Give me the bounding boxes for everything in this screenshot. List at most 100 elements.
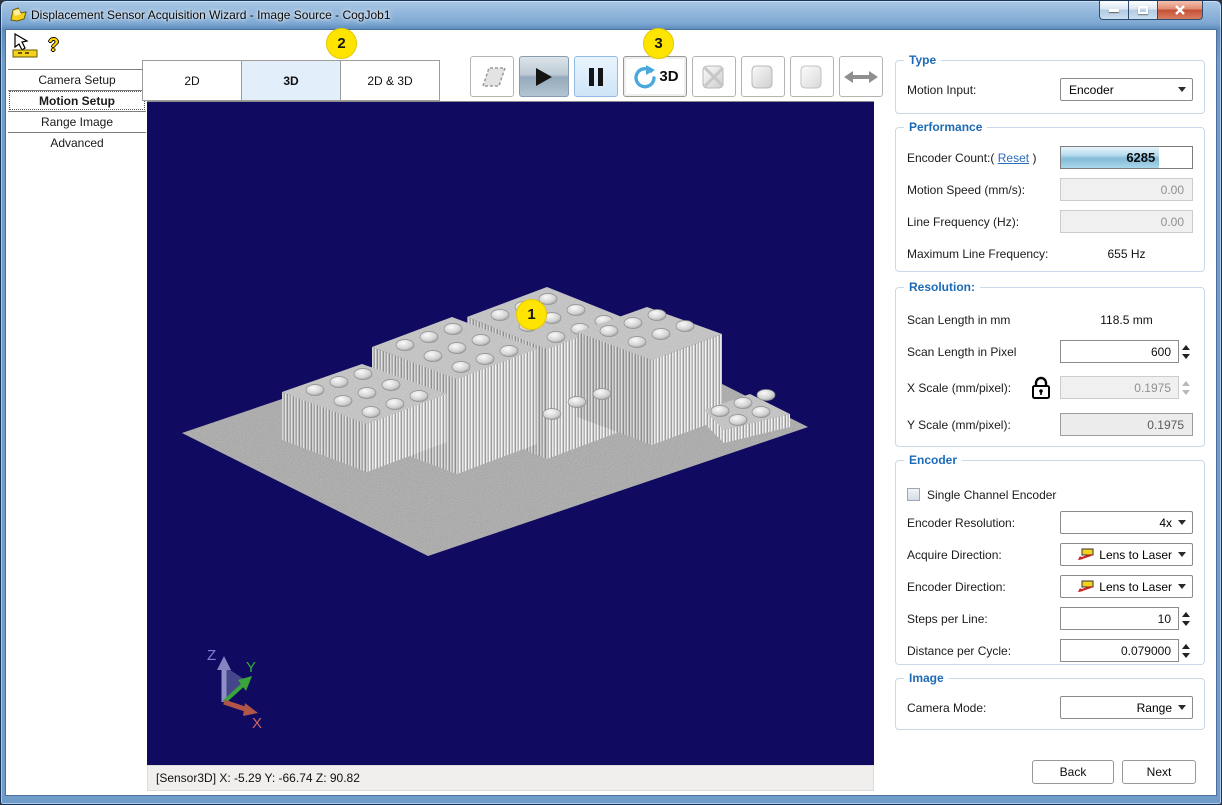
encoder-direction-select[interactable]: Lens to Laser [1060,575,1193,598]
motion-speed-label: Motion Speed (mm/s): [907,183,1060,197]
z-axis-icon [217,656,231,670]
tab-2d-and-3d[interactable]: 2D & 3D [340,60,440,101]
distance-per-cycle-stepper[interactable]: 0.079000 [1060,639,1193,662]
motion-input-label: Motion Input: [907,83,1060,97]
line-frequency-label: Line Frequency (Hz): [907,215,1060,229]
spin-down-icon[interactable] [1182,653,1190,658]
window-title: Displacement Sensor Acquisition Wizard -… [31,8,391,22]
spin-up-icon[interactable] [1182,644,1190,649]
pointer-measure-icon[interactable] [12,33,40,59]
viewport-status-bar: [Sensor3D] X: -5.29 Y: -66.74 Z: 90.82 [147,765,874,791]
page-x-icon [700,64,728,90]
spin-down-icon[interactable] [1182,621,1190,626]
close-icon [1174,5,1186,15]
scan-length-pixel-label: Scan Length in Pixel [907,345,1060,359]
single-channel-encoder-checkbox[interactable] [907,488,920,501]
pause-button[interactable] [574,56,618,97]
region-icon [475,64,509,90]
single-channel-encoder-label: Single Channel Encoder [927,488,1193,502]
encoder-count-value: 6285 [1126,150,1155,165]
spin-down-icon[interactable] [1182,354,1190,359]
max-line-frequency-label: Maximum Line Frequency: [907,247,1060,261]
sidebar-item-advanced[interactable]: Advanced [8,132,146,153]
spin-up-icon[interactable] [1182,612,1190,617]
surface-block [577,307,722,445]
motion-input-select[interactable]: Encoder [1060,78,1193,101]
page-icon [749,64,777,90]
chevron-down-icon [1178,520,1186,525]
help-icon[interactable]: ? [48,33,59,57]
camera-mode-select[interactable]: Range [1060,696,1193,719]
encoder-resolution-label: Encoder Resolution: [907,516,1060,530]
annotation-badge-2: 2 [326,28,357,59]
page-icon [798,64,826,90]
sidebar-nav: Camera Setup Motion Setup Range Image Ad… [8,69,146,153]
camera-mode-value: Range [1137,701,1172,715]
acquisition-toolbar: 3D [470,56,883,97]
minimize-button[interactable] [1099,1,1129,20]
encoder-count-fill: 6285 [1061,147,1159,168]
titlebar[interactable]: Displacement Sensor Acquisition Wizard -… [1,1,1221,29]
load-image-button [790,56,834,97]
spin-down-icon [1182,390,1190,395]
x-scale-stepper: 0.1975 [1060,376,1193,399]
encoder-count-label: Encoder Count:( Reset ) [907,151,1060,165]
rotate-3d-icon [631,64,657,90]
tab-3d[interactable]: 3D [241,60,341,101]
horizontal-arrows-icon [844,68,878,86]
minimize-icon [1109,9,1119,12]
lens-to-laser-icon [1078,548,1095,561]
axis-z-label: Z [207,647,216,664]
acquire-direction-select[interactable]: Lens to Laser [1060,543,1193,566]
play-icon [535,67,553,87]
lock-icon [1030,375,1052,401]
group-image-title: Image [904,671,949,685]
scan-length-mm-value: 118.5 mm [1060,313,1193,327]
group-type: Type Motion Input: Encoder [895,60,1205,114]
x-scale-label: X Scale (mm/pixel): [907,381,1030,395]
steps-per-line-stepper[interactable]: 10 [1060,607,1193,630]
run-button[interactable] [519,56,569,97]
maximize-button[interactable] [1129,1,1157,20]
sensor-3d-viewport[interactable]: Z Y X 1 [147,101,874,765]
spin-up-icon [1182,381,1190,386]
window-controls [1099,1,1203,20]
lens-to-laser-icon [1078,580,1095,593]
sidebar-item-camera-setup[interactable]: Camera Setup [8,69,146,90]
tab-2d[interactable]: 2D [142,60,242,101]
annotation-badge-1: 1 [516,299,547,330]
camera-mode-label: Camera Mode: [907,701,1060,715]
chevron-down-icon [1178,584,1186,589]
group-performance-title: Performance [904,120,987,134]
range-surface-3d-render: Z Y X [147,102,874,766]
save-image-button [741,56,785,97]
quickbar: ? [12,33,59,59]
back-button[interactable]: Back [1032,760,1114,784]
scan-length-pixel-stepper[interactable]: 600 [1060,340,1193,363]
line-frequency-field: 0.00 [1060,210,1193,233]
close-button[interactable] [1157,1,1203,20]
encoder-count-field[interactable]: 6285 [1060,146,1193,169]
region-select-button [470,56,514,97]
rotate-3d-button[interactable]: 3D [623,56,687,97]
reset-link[interactable]: Reset [998,151,1029,165]
next-button[interactable]: Next [1122,760,1196,784]
acquire-direction-label: Acquire Direction: [907,548,1060,562]
encoder-direction-label: Encoder Direction: [907,580,1060,594]
app-window: Displacement Sensor Acquisition Wizard -… [0,0,1222,805]
acquire-direction-value: Lens to Laser [1099,548,1172,562]
sidebar-item-range-image[interactable]: Range Image [8,111,146,132]
app-icon [10,7,28,26]
encoder-resolution-value: 4x [1159,516,1172,530]
group-type-title: Type [904,53,941,67]
spin-up-icon[interactable] [1182,345,1190,350]
encoder-resolution-select[interactable]: 4x [1060,511,1193,534]
sidebar-item-motion-setup[interactable]: Motion Setup [8,90,146,111]
discard-image-button [692,56,736,97]
annotation-badge-3: 3 [643,28,674,59]
fit-width-button[interactable] [839,56,883,97]
group-performance: Performance Encoder Count:( Reset ) 6285… [895,127,1205,272]
y-scale-field: 0.1975 [1060,413,1193,436]
encoder-direction-value: Lens to Laser [1099,580,1172,594]
rotate-3d-label: 3D [659,68,678,85]
